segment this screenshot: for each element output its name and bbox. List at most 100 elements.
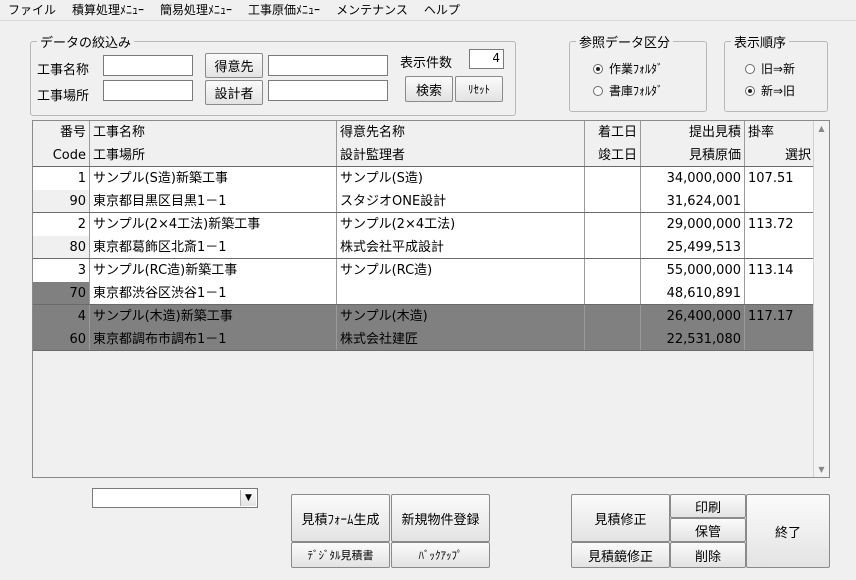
scroll-down-icon[interactable]: ▼ [814,462,829,477]
cell-project-place: 東京都葛飾区北斎1－1 [90,236,337,259]
cell-number: 4 [33,305,90,328]
header-completion-date: 竣工日 [585,144,641,167]
estimate-edit-button[interactable]: 見積修正 [571,494,670,542]
cell-designer [337,282,585,305]
client-button[interactable]: 得意先 [205,53,263,78]
cell-select [745,236,815,259]
cell-project-place: 東京都調布市調布1－1 [90,328,337,351]
header-project-place: 工事場所 [90,144,337,167]
estimate-form-generate-button[interactable]: 見積ﾌｫｰﾑ生成 [291,494,390,542]
project-name-input[interactable] [103,55,193,76]
row-separator [33,350,815,351]
table-row[interactable]: 1 90 サンプル(S造)新築工事 東京都目黒区目黒1－1 サンプル(S造) スタジオON… [33,167,815,213]
menu-bar: ファイル 積算処理ﾒﾆｭｰ 簡易処理ﾒﾆｭｰ 工事原価ﾒﾆｭｰ メンテナンス ヘ… [0,0,856,21]
radio-work-folder[interactable]: 作業ﾌｫﾙﾀﾞ [593,60,663,77]
cell-project-name: サンプル(2×4工法)新築工事 [90,213,337,236]
header-rate: 掛率 [745,121,815,144]
chevron-down-icon[interactable]: ▼ [240,490,256,506]
cell-code: 70 [33,282,90,305]
print-button[interactable]: 印刷 [670,494,746,518]
radio-label-archive-folder: 書庫ﾌｫﾙﾀﾞ [609,84,664,98]
delete-button[interactable]: 削除 [670,542,746,568]
menu-simple-processing[interactable]: 簡易処理ﾒﾆｭｰ [152,0,240,20]
cell-submitted-estimate: 29,000,000 [641,213,745,236]
cell-completion-date [585,190,641,213]
cell-designer: スタジオONE設計 [337,190,585,213]
cell-code: 60 [33,328,90,351]
cell-client-name: サンプル(2×4工法) [337,213,585,236]
cell-number: 3 [33,259,90,282]
project-place-input[interactable] [103,80,193,101]
reset-button[interactable]: ﾘｾｯﾄ [455,76,503,102]
table-row[interactable]: 3 70 サンプル(RC造)新築工事 東京都渋谷区渋谷1－1 サンプル(RC造) 55,0… [33,259,815,305]
table-row[interactable]: 2 80 サンプル(2×4工法)新築工事 東京都葛飾区北斎1－1 サンプル(2×4工法)… [33,213,815,259]
cell-select [745,328,815,351]
cell-start-date [585,167,641,190]
vertical-scrollbar[interactable]: ▲ ▼ [813,121,829,477]
cell-completion-date [585,328,641,351]
store-button[interactable]: 保管 [670,518,746,542]
display-count-input[interactable]: 4 [469,49,504,69]
cell-estimate-cost: 22,531,080 [641,328,745,351]
cell-start-date [585,259,641,282]
radio-archive-folder[interactable]: 書庫ﾌｫﾙﾀﾞ [593,82,663,99]
project-place-label: 工事場所 [37,89,90,104]
radio-new-to-old[interactable]: 新⇒旧 [745,82,795,99]
radio-indicator-new-to-old[interactable] [745,85,755,96]
cell-estimate-cost: 25,499,513 [641,236,745,259]
radio-indicator-work-folder[interactable] [593,63,603,74]
cell-rate: 107.51 [745,167,815,190]
cell-designer: 株式会社平成設計 [337,236,585,259]
estimate-cover-edit-button[interactable]: 見積鏡修正 [571,542,670,568]
cell-rate: 117.17 [745,305,815,328]
header-client-name: 得意先名称 [337,121,585,144]
header-estimate-cost: 見積原価 [641,144,745,167]
bottom-combo-box[interactable]: ▼ [92,488,258,508]
reference-data-legend: 参照データ区分 [579,36,671,51]
project-grid[interactable]: 番号 工事名称 得意先名称 着工日 提出見積 掛率 Code 工事場所 設計監理… [32,120,830,478]
menu-estimate-processing[interactable]: 積算処理ﾒﾆｭｰ [64,0,152,20]
designer-button[interactable]: 設計者 [205,80,263,105]
cell-project-place: 東京都目黒区目黒1－1 [90,190,337,213]
cell-project-name: サンプル(RC造)新築工事 [90,259,337,282]
display-count-label: 表示件数 [400,56,453,71]
menu-maintenance[interactable]: メンテナンス [328,0,416,20]
designer-input[interactable] [268,80,388,101]
header-number: 番号 [33,121,90,144]
cell-start-date [585,213,641,236]
cell-client-name: サンプル(RC造) [337,259,585,282]
menu-help[interactable]: ヘルプ [416,0,468,20]
radio-old-to-new[interactable]: 旧⇒新 [745,60,795,77]
cell-completion-date [585,282,641,305]
header-code: Code [33,144,90,167]
header-designer: 設計監理者 [337,144,585,167]
digital-estimate-button[interactable]: ﾃﾞｼﾞﾀﾙ見積書 [291,542,390,568]
backup-button[interactable]: ﾊﾞｯｸｱｯﾌﾟ [391,542,490,568]
menu-file[interactable]: ファイル [0,0,64,20]
table-row[interactable]: 4 60 サンプル(木造)新築工事 東京都調布市調布1－1 サンプル(木造) 株式会社建匠… [33,305,815,351]
header-submitted-estimate: 提出見積 [641,121,745,144]
menu-construction-cost[interactable]: 工事原価ﾒﾆｭｰ [240,0,328,20]
cell-estimate-cost: 31,624,001 [641,190,745,213]
header-select: 選択 [745,144,815,167]
cell-select [745,282,815,305]
cell-designer: 株式会社建匠 [337,328,585,351]
grid-header: 番号 工事名称 得意先名称 着工日 提出見積 掛率 Code 工事場所 設計監理… [33,121,815,167]
cell-rate: 113.72 [745,213,815,236]
radio-label-old-to-new: 旧⇒新 [761,62,796,76]
search-button[interactable]: 検索 [405,76,453,102]
new-project-register-button[interactable]: 新規物件登録 [391,494,490,542]
cell-project-name: サンプル(木造)新築工事 [90,305,337,328]
cell-submitted-estimate: 34,000,000 [641,167,745,190]
scroll-up-icon[interactable]: ▲ [814,121,829,136]
cell-submitted-estimate: 55,000,000 [641,259,745,282]
cell-client-name: サンプル(S造) [337,167,585,190]
cell-estimate-cost: 48,610,891 [641,282,745,305]
radio-indicator-archive-folder[interactable] [593,85,603,96]
cell-code: 80 [33,236,90,259]
radio-indicator-old-to-new[interactable] [745,63,755,74]
cell-number: 1 [33,167,90,190]
cell-number: 2 [33,213,90,236]
exit-button[interactable]: 終了 [746,494,830,568]
client-input[interactable] [268,55,388,76]
